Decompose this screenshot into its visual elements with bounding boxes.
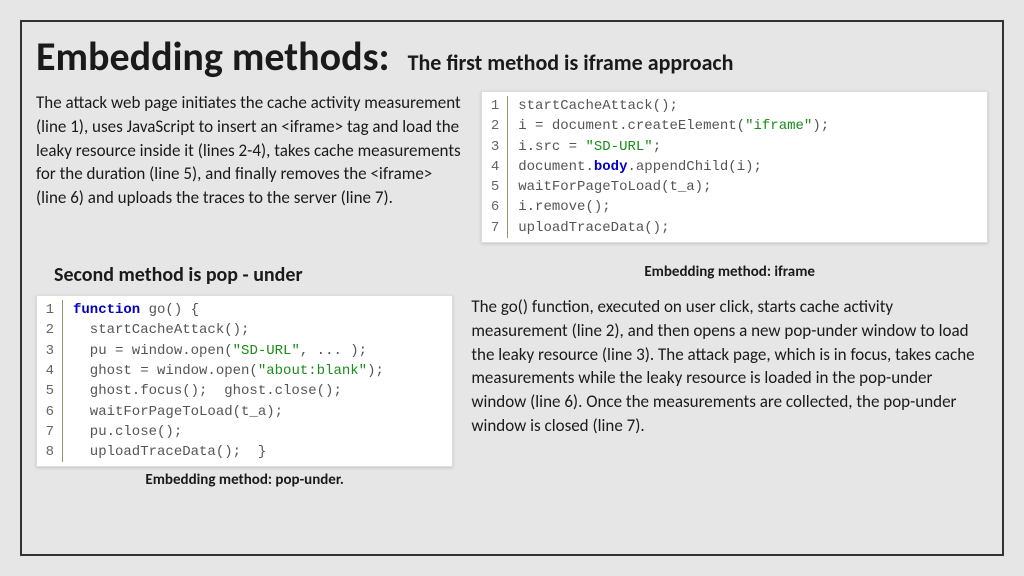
line-number: 1 [482,96,508,116]
line-content: pu.close(); [63,422,182,442]
code-line: 4 ghost = window.open("about:blank"); [37,361,452,381]
code-line: 5 ghost.focus(); ghost.close(); [37,381,452,401]
iframe-description: The attack web page initiates the cache … [36,91,463,243]
line-number: 7 [37,422,63,442]
code-line: 6 waitForPageToLoad(t_a); [37,402,452,422]
code-line: 5waitForPageToLoad(t_a); [482,177,987,197]
line-number: 5 [37,381,63,401]
row-iframe: The attack web page initiates the cache … [36,91,988,243]
slide-subtitle: The first method is iframe approach [408,49,734,76]
line-number: 7 [482,218,508,238]
popunder-left: Second method is pop - under 1function g… [36,253,453,489]
paragraph-iframe: The attack web page initiates the cache … [36,91,463,210]
line-content: i.src = "SD-URL"; [508,137,661,157]
title-bar: Embedding methods: The first method is i… [36,32,988,81]
code-line: 1function go() { [37,300,452,320]
line-content: uploadTraceData(); [508,218,669,238]
code-line: 6i.remove(); [482,197,987,217]
line-content: document.body.appendChild(i); [508,157,762,177]
code-line: 2 startCacheAttack(); [37,320,452,340]
line-number: 4 [37,361,63,381]
caption-popunder: Embedding method: pop-under. [36,471,453,489]
line-content: waitForPageToLoad(t_a); [508,177,711,197]
line-number: 5 [482,177,508,197]
code-line: 4document.body.appendChild(i); [482,157,987,177]
line-content: function go() { [63,300,199,320]
code-block-iframe: 1startCacheAttack();2i = document.create… [481,91,988,243]
line-number: 6 [482,197,508,217]
line-number: 1 [37,300,63,320]
line-content: pu = window.open("SD-URL", ... ); [63,341,367,361]
code-line: 3 pu = window.open("SD-URL", ... ); [37,341,452,361]
paragraph-popunder: The go() function, executed on user clic… [471,295,988,438]
line-content: startCacheAttack(); [508,96,678,116]
line-content: startCacheAttack(); [63,320,249,340]
line-content: uploadTraceData(); } [63,442,266,462]
line-number: 2 [37,320,63,340]
caption-iframe: Embedding method: iframe [471,263,988,281]
line-number: 3 [482,137,508,157]
code-block-popunder: 1function go() {2 startCacheAttack();3 p… [36,295,453,467]
popunder-right: Embedding method: iframe The go() functi… [471,253,988,438]
code-line: 7uploadTraceData(); [482,218,987,238]
slide-frame: Embedding methods: The first method is i… [20,20,1004,556]
line-number: 8 [37,442,63,462]
line-number: 2 [482,116,508,136]
heading-popunder: Second method is pop - under [54,263,453,287]
code-line: 3i.src = "SD-URL"; [482,137,987,157]
iframe-code-column: 1startCacheAttack();2i = document.create… [481,91,988,243]
line-content: waitForPageToLoad(t_a); [63,402,283,422]
line-content: i = document.createElement("iframe"); [508,116,829,136]
code-line: 2i = document.createElement("iframe"); [482,116,987,136]
line-content: ghost = window.open("about:blank"); [63,361,384,381]
line-content: i.remove(); [508,197,610,217]
line-number: 6 [37,402,63,422]
code-line: 8 uploadTraceData(); } [37,442,452,462]
line-number: 3 [37,341,63,361]
line-number: 4 [482,157,508,177]
slide-title: Embedding methods: [36,32,390,81]
line-content: ghost.focus(); ghost.close(); [63,381,342,401]
code-line: 1startCacheAttack(); [482,96,987,116]
code-line: 7 pu.close(); [37,422,452,442]
row-middle: Second method is pop - under 1function g… [36,253,988,489]
